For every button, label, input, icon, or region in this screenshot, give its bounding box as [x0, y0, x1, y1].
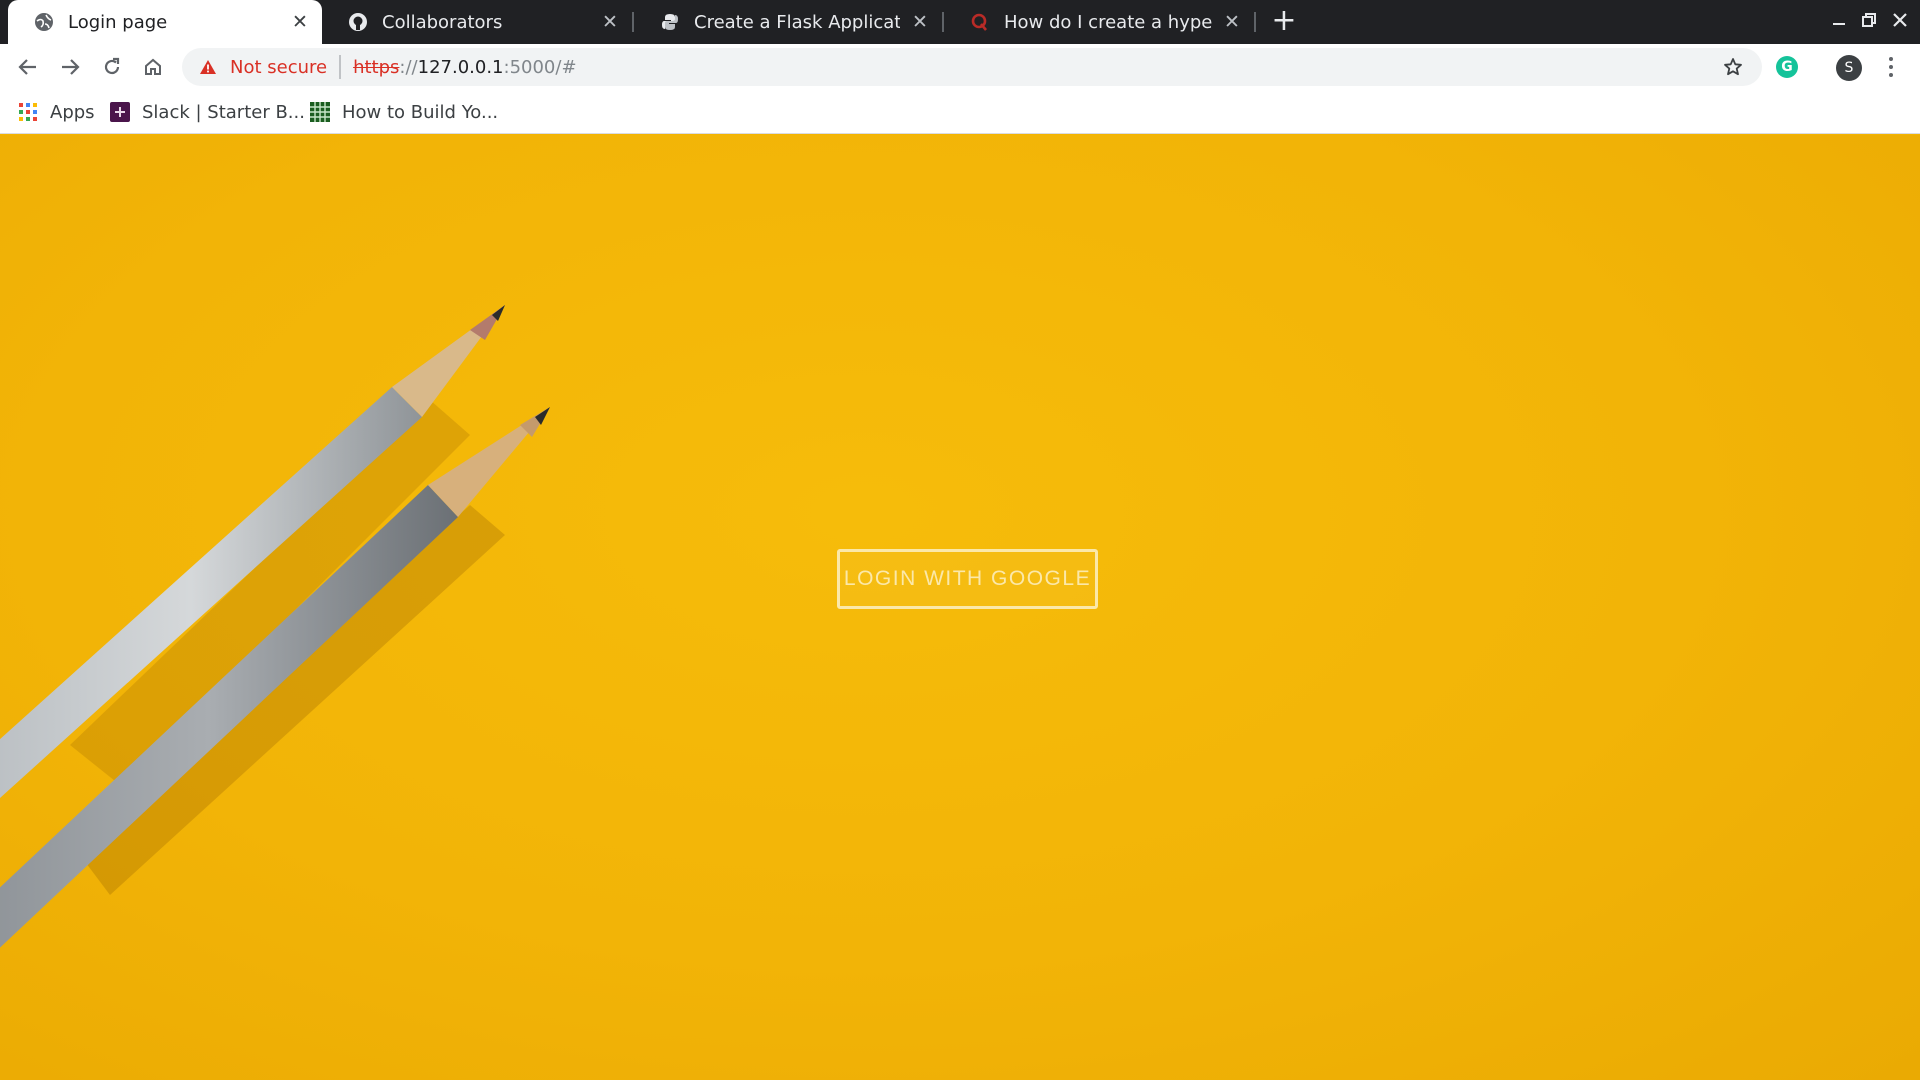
tab-collaborators[interactable]: Collaborators ✕	[322, 0, 632, 44]
bookmark-how-to-build[interactable]: How to Build Yo...	[310, 98, 498, 126]
close-window-button[interactable]	[1887, 8, 1913, 34]
bookmark-apps[interactable]: Apps	[18, 98, 95, 126]
plus-icon: +	[1271, 3, 1297, 38]
bookmark-label: How to Build Yo...	[342, 101, 499, 123]
menu-dot	[1889, 65, 1893, 69]
browser-toolbar: Not secure https://127.0.0.1:5000/# G S	[0, 44, 1920, 90]
reload-icon	[104, 57, 120, 75]
home-button[interactable]	[136, 50, 170, 84]
login-page-background: LOGIN WITH GOOGLE	[0, 135, 1920, 1080]
tab-strip: Login page ✕ Collaborators ✕ Create a Fl…	[0, 0, 1920, 44]
tab-title: How do I create a hyperlink i	[1004, 11, 1212, 33]
slack-icon	[110, 102, 130, 122]
python-icon	[660, 12, 680, 32]
bookmark-label: Slack | Starter B...	[142, 101, 305, 123]
back-arrow-icon	[18, 59, 36, 75]
tab-separator	[1254, 12, 1256, 32]
forward-button[interactable]	[53, 50, 87, 84]
restore-button[interactable]	[1856, 8, 1882, 34]
url-path: :5000/#	[503, 56, 577, 78]
profile-avatar[interactable]: S	[1836, 55, 1862, 81]
back-button[interactable]	[11, 50, 45, 84]
login-with-google-button[interactable]: LOGIN WITH GOOGLE	[837, 549, 1098, 609]
bookmark-label: Apps	[50, 101, 95, 123]
grid-logo-icon	[310, 102, 330, 122]
new-tab-button[interactable]: +	[1268, 6, 1300, 38]
close-tab-icon[interactable]: ✕	[910, 12, 930, 32]
globe-icon	[34, 12, 54, 32]
tab-login-page[interactable]: Login page ✕	[8, 0, 322, 44]
bookmark-slack[interactable]: Slack | Starter B...	[110, 98, 305, 126]
close-tab-icon[interactable]: ✕	[1222, 12, 1242, 32]
tab-title: Login page	[68, 11, 168, 33]
bookmarks-bar: Apps Slack | Starter B... How to Build Y…	[0, 90, 1920, 134]
url-separator: ://	[399, 56, 418, 78]
url-scheme: https	[353, 56, 400, 78]
menu-dot	[1889, 57, 1893, 61]
tab-title: Collaborators	[382, 11, 503, 33]
quora-icon	[970, 12, 990, 32]
address-divider	[339, 55, 342, 79]
security-status[interactable]: Not secure	[230, 57, 327, 78]
forward-arrow-icon	[62, 59, 80, 75]
home-icon	[145, 58, 161, 75]
apps-grid-icon	[18, 102, 38, 122]
tab-flask-application[interactable]: Create a Flask Application Wi ✕	[634, 0, 942, 44]
minimize-button[interactable]	[1826, 8, 1852, 34]
bookmark-star-icon[interactable]	[1718, 52, 1748, 82]
reload-button[interactable]	[95, 50, 129, 84]
address-bar[interactable]: Not secure https://127.0.0.1:5000/#	[182, 48, 1762, 86]
url-host: 127.0.0.1	[417, 56, 504, 78]
browser-menu-button[interactable]	[1876, 52, 1906, 82]
tab-title: Create a Flask Application Wi	[694, 11, 900, 33]
warning-icon[interactable]	[198, 57, 218, 77]
menu-dot	[1889, 73, 1893, 77]
close-tab-icon[interactable]: ✕	[290, 12, 310, 32]
github-icon	[348, 12, 368, 32]
pencils-image	[0, 305, 550, 948]
close-tab-icon[interactable]: ✕	[600, 12, 620, 32]
grammarly-extension-icon[interactable]: G	[1776, 56, 1798, 78]
tab-hyperlink-question[interactable]: How do I create a hyperlink i ✕	[944, 0, 1254, 44]
